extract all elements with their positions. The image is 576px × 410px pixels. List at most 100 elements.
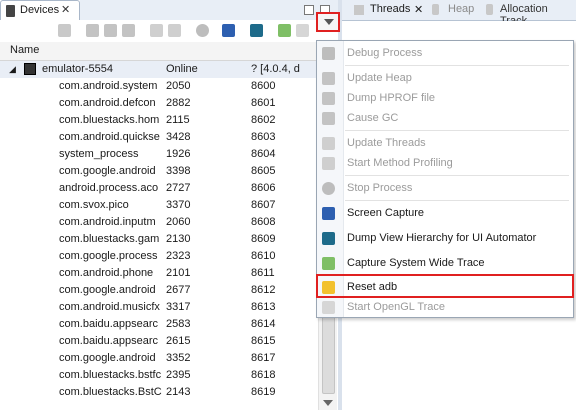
menu-item-label: Dump View Hierarchy for UI Automator bbox=[347, 232, 537, 244]
process-pid: 2727 bbox=[166, 182, 191, 194]
process-pid: 2323 bbox=[166, 250, 191, 262]
process-row[interactable]: com.baidu.appsearc 2583 8614 bbox=[0, 316, 338, 333]
process-row[interactable]: system_process 1926 8604 bbox=[0, 146, 338, 163]
process-name: android.process.aco bbox=[59, 182, 159, 194]
profiling-icon bbox=[322, 157, 335, 170]
expand-icon[interactable]: ◢ bbox=[9, 61, 16, 78]
process-row[interactable]: android.process.aco 2727 8606 bbox=[0, 180, 338, 197]
process-row[interactable]: com.android.musicfx 3317 8613 bbox=[0, 299, 338, 316]
process-port: 8619 bbox=[251, 386, 276, 398]
process-port: 8606 bbox=[251, 182, 276, 194]
gc-icon[interactable] bbox=[122, 24, 135, 37]
systrace-icon[interactable] bbox=[278, 24, 291, 37]
process-row[interactable]: com.android.inputm 2060 8608 bbox=[0, 214, 338, 231]
process-name: com.google.android bbox=[59, 165, 156, 177]
menu-item-screen-capture[interactable]: Screen Capture bbox=[317, 203, 573, 225]
menu-item-dump-view-hierarchy-for-ui-automator[interactable]: Dump View Hierarchy for UI Automator bbox=[317, 228, 573, 250]
menu-item-label: Stop Process bbox=[347, 182, 413, 194]
process-port: 8601 bbox=[251, 97, 276, 109]
process-row[interactable]: com.android.system 2050 8600 bbox=[0, 78, 338, 95]
process-row[interactable]: com.google.android 2677 8612 bbox=[0, 282, 338, 299]
debug-icon bbox=[322, 47, 335, 60]
process-row[interactable]: com.google.android 3352 8617 bbox=[0, 350, 338, 367]
device-status: Online bbox=[166, 63, 198, 75]
hierarchy-icon[interactable] bbox=[250, 24, 263, 37]
update-heap-icon[interactable] bbox=[86, 24, 99, 37]
process-pid: 3370 bbox=[166, 199, 191, 211]
profiling-icon[interactable] bbox=[168, 24, 181, 37]
device-row[interactable]: ◢ emulator-5554 Online ? [4.0.4, d bbox=[0, 61, 338, 78]
process-row[interactable]: com.svox.pico 3370 8607 bbox=[0, 197, 338, 214]
minimize-icon[interactable] bbox=[304, 5, 314, 15]
name-column-header[interactable]: Name bbox=[10, 44, 39, 56]
close-icon[interactable]: ✕ bbox=[414, 3, 423, 16]
tab-threads[interactable]: Threads bbox=[370, 3, 410, 15]
menu-separator bbox=[345, 200, 569, 201]
chevron-down-icon bbox=[324, 19, 334, 25]
camera-icon bbox=[322, 207, 335, 220]
devices-tab[interactable]: Devices ✕ bbox=[0, 0, 80, 20]
menu-item-label: Cause GC bbox=[347, 112, 399, 124]
scroll-down-icon[interactable] bbox=[323, 400, 333, 406]
process-row[interactable]: com.baidu.appsearc 2615 8615 bbox=[0, 333, 338, 350]
process-pid: 2677 bbox=[166, 284, 191, 296]
process-row[interactable]: com.bluestacks.gam 2130 8609 bbox=[0, 231, 338, 248]
menu-item-label: Screen Capture bbox=[347, 207, 425, 219]
process-row[interactable]: com.google.android 3398 8605 bbox=[0, 163, 338, 180]
process-pid: 3352 bbox=[166, 352, 191, 364]
process-port: 8612 bbox=[251, 284, 276, 296]
process-row[interactable]: com.bluestacks.BstC 2143 8619 bbox=[0, 384, 338, 401]
camera-icon[interactable] bbox=[222, 24, 235, 37]
process-port: 8608 bbox=[251, 216, 276, 228]
process-name: com.bluestacks.gam bbox=[59, 233, 160, 245]
process-name: com.android.system bbox=[59, 80, 158, 92]
reset-adb-highlight bbox=[316, 274, 574, 298]
process-pid: 3398 bbox=[166, 165, 191, 177]
opengl-icon[interactable] bbox=[296, 24, 309, 37]
process-name: com.baidu.appsearc bbox=[59, 335, 159, 347]
systrace-icon bbox=[322, 257, 335, 270]
device-name: emulator-5554 bbox=[42, 63, 113, 75]
process-pid: 2615 bbox=[166, 335, 191, 347]
process-name: com.android.defcon bbox=[59, 97, 156, 109]
process-row[interactable]: com.android.phone 2101 8611 bbox=[0, 265, 338, 282]
process-pid: 2115 bbox=[166, 114, 190, 126]
menu-item-stop-process[interactable]: Stop Process bbox=[317, 178, 573, 200]
process-port: 8603 bbox=[251, 131, 276, 143]
process-name: system_process bbox=[59, 148, 139, 160]
menu-item-start-opengl-trace[interactable]: Start OpenGL Trace bbox=[317, 297, 573, 319]
process-pid: 2130 bbox=[166, 233, 191, 245]
stop-icon[interactable] bbox=[196, 24, 209, 37]
allocation-icon bbox=[486, 4, 493, 15]
menu-item-update-threads[interactable]: Update Threads bbox=[317, 133, 573, 155]
tab-heap[interactable]: Heap bbox=[448, 3, 474, 15]
menu-item-dump-hprof-file[interactable]: Dump HPROF file bbox=[317, 88, 573, 110]
update-heap-icon bbox=[322, 72, 335, 85]
devices-tab-label: Devices bbox=[20, 4, 60, 16]
view-menu-button[interactable] bbox=[316, 12, 340, 32]
menu-item-capture-system-wide-trace[interactable]: Capture System Wide Trace bbox=[317, 253, 573, 275]
process-row[interactable]: com.google.process 2323 8610 bbox=[0, 248, 338, 265]
menu-item-label: Start OpenGL Trace bbox=[347, 301, 446, 313]
close-icon[interactable]: ✕ bbox=[61, 3, 70, 16]
menu-item-cause-gc[interactable]: Cause GC bbox=[317, 108, 573, 130]
process-row[interactable]: com.android.quickse 3428 8603 bbox=[0, 129, 338, 146]
debug-icon[interactable] bbox=[58, 24, 71, 37]
menu-item-start-method-profiling[interactable]: Start Method Profiling bbox=[317, 153, 573, 175]
process-name: com.google.android bbox=[59, 352, 156, 364]
process-row[interactable]: com.android.defcon 2882 8601 bbox=[0, 95, 338, 112]
process-pid: 3428 bbox=[166, 131, 191, 143]
update-threads-icon[interactable] bbox=[150, 24, 163, 37]
process-port: 8611 bbox=[251, 267, 275, 279]
process-row[interactable]: com.bluestacks.hom 2115 8602 bbox=[0, 112, 338, 129]
process-port: 8610 bbox=[251, 250, 276, 262]
menu-item-debug-process[interactable]: Debug Process bbox=[317, 43, 573, 65]
process-pid: 2395 bbox=[166, 369, 191, 381]
menu-item-update-heap[interactable]: Update Heap bbox=[317, 68, 573, 90]
process-row[interactable]: com.bluestacks.bstfc 2395 8618 bbox=[0, 367, 338, 384]
process-pid: 2143 bbox=[166, 386, 191, 398]
process-port: 8609 bbox=[251, 233, 276, 245]
dump-hprof-icon[interactable] bbox=[104, 24, 117, 37]
process-name: com.android.quickse bbox=[59, 131, 160, 143]
process-name: com.bluestacks.hom bbox=[59, 114, 160, 126]
